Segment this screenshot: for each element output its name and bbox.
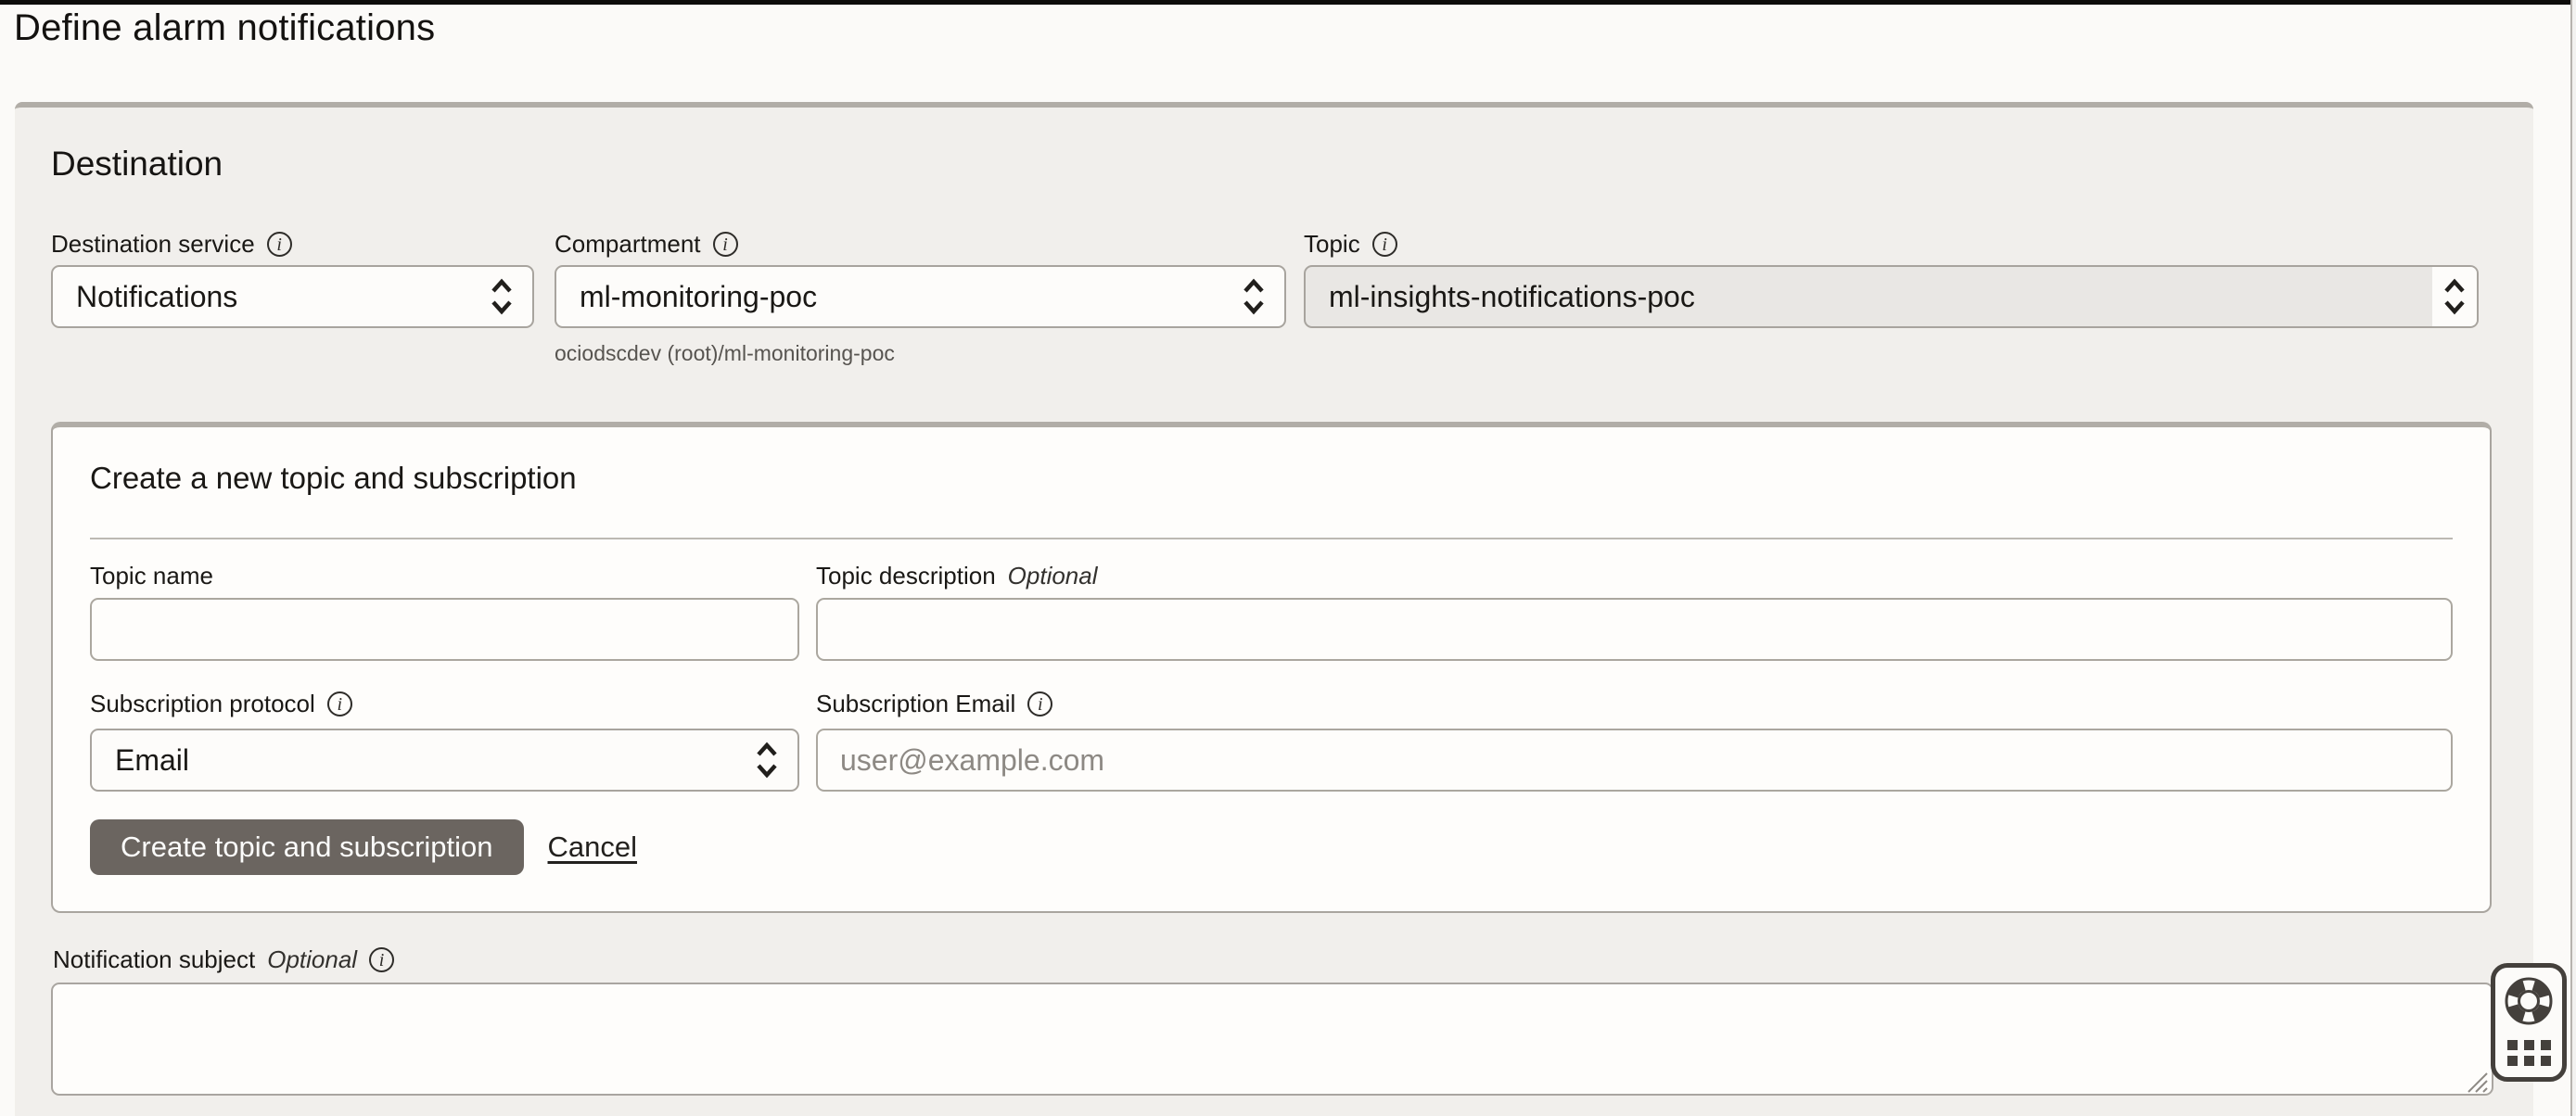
- subscription-protocol-select[interactable]: Email: [90, 729, 799, 792]
- subscription-protocol-label: Subscription protocol i: [90, 688, 352, 719]
- topic-description-input[interactable]: [816, 598, 2453, 661]
- chevron-up-down-icon: [744, 730, 790, 790]
- compartment-value: ml-monitoring-poc: [580, 280, 1231, 314]
- right-edge-strip: [2570, 0, 2576, 1116]
- compartment-label-text: Compartment: [555, 230, 701, 259]
- destination-panel: Destination Destination service i Compar…: [15, 102, 2533, 1116]
- create-topic-and-subscription-button[interactable]: Create topic and subscription: [90, 819, 524, 875]
- topic-name-label-text: Topic name: [90, 562, 213, 590]
- help-life-buoy-icon[interactable]: [2502, 974, 2556, 1028]
- compartment-select[interactable]: ml-monitoring-poc: [555, 265, 1286, 328]
- topic-label: Topic i: [1304, 228, 1397, 260]
- optional-tag: Optional: [1008, 562, 1098, 590]
- notification-subject-label-text: Notification subject: [53, 945, 255, 974]
- card-actions: Create topic and subscription Cancel: [90, 819, 637, 875]
- optional-tag: Optional: [267, 945, 357, 974]
- topic-label-text: Topic: [1304, 230, 1360, 259]
- subscription-email-label: Subscription Email i: [816, 688, 1052, 719]
- chevron-up-down-icon: [1231, 267, 1277, 326]
- topic-value: ml-insights-notifications-poc: [1329, 280, 2432, 314]
- grid-dots: [2507, 1040, 2551, 1066]
- compartment-label: Compartment i: [555, 228, 738, 260]
- info-icon[interactable]: i: [1027, 691, 1052, 717]
- card-divider: [90, 538, 2453, 539]
- topic-select[interactable]: ml-insights-notifications-poc: [1304, 265, 2479, 328]
- notification-subject-textarea[interactable]: [51, 983, 2493, 1096]
- subscription-email-input[interactable]: [816, 729, 2453, 792]
- cancel-link[interactable]: Cancel: [548, 831, 638, 864]
- topic-description-label-text: Topic description: [816, 562, 996, 590]
- info-icon[interactable]: i: [1372, 232, 1397, 257]
- topic-name-input[interactable]: [90, 598, 799, 661]
- create-topic-card: Create a new topic and subscription Topi…: [51, 422, 2492, 913]
- launcher-grid-icon[interactable]: [2507, 1040, 2551, 1066]
- chevron-up-down-icon: [2432, 267, 2477, 326]
- notification-subject-label: Notification subject Optional i: [53, 944, 394, 975]
- subscription-email-label-text: Subscription Email: [816, 690, 1015, 718]
- create-topic-heading: Create a new topic and subscription: [90, 461, 577, 496]
- info-icon[interactable]: i: [267, 232, 292, 257]
- destination-service-value: Notifications: [76, 280, 478, 314]
- chevron-up-down-icon: [478, 267, 525, 326]
- destination-service-select[interactable]: Notifications: [51, 265, 534, 328]
- destination-service-label: Destination service i: [51, 228, 292, 260]
- topic-name-label: Topic name: [90, 560, 213, 591]
- info-icon[interactable]: i: [369, 947, 394, 972]
- destination-service-label-text: Destination service: [51, 230, 255, 259]
- window-top-bar: [0, 0, 2570, 5]
- help-launcher-widget: [2491, 963, 2567, 1082]
- subscription-protocol-label-text: Subscription protocol: [90, 690, 315, 718]
- destination-heading: Destination: [51, 145, 223, 184]
- compartment-hint: ociodscdev (root)/ml-monitoring-poc: [555, 341, 895, 366]
- info-icon[interactable]: i: [713, 232, 738, 257]
- textarea-resize-handle-icon[interactable]: [2457, 1062, 2491, 1096]
- topic-description-label: Topic description Optional: [816, 560, 1098, 591]
- subscription-protocol-value: Email: [115, 743, 744, 778]
- info-icon[interactable]: i: [327, 691, 352, 717]
- page-title: Define alarm notifications: [14, 7, 435, 49]
